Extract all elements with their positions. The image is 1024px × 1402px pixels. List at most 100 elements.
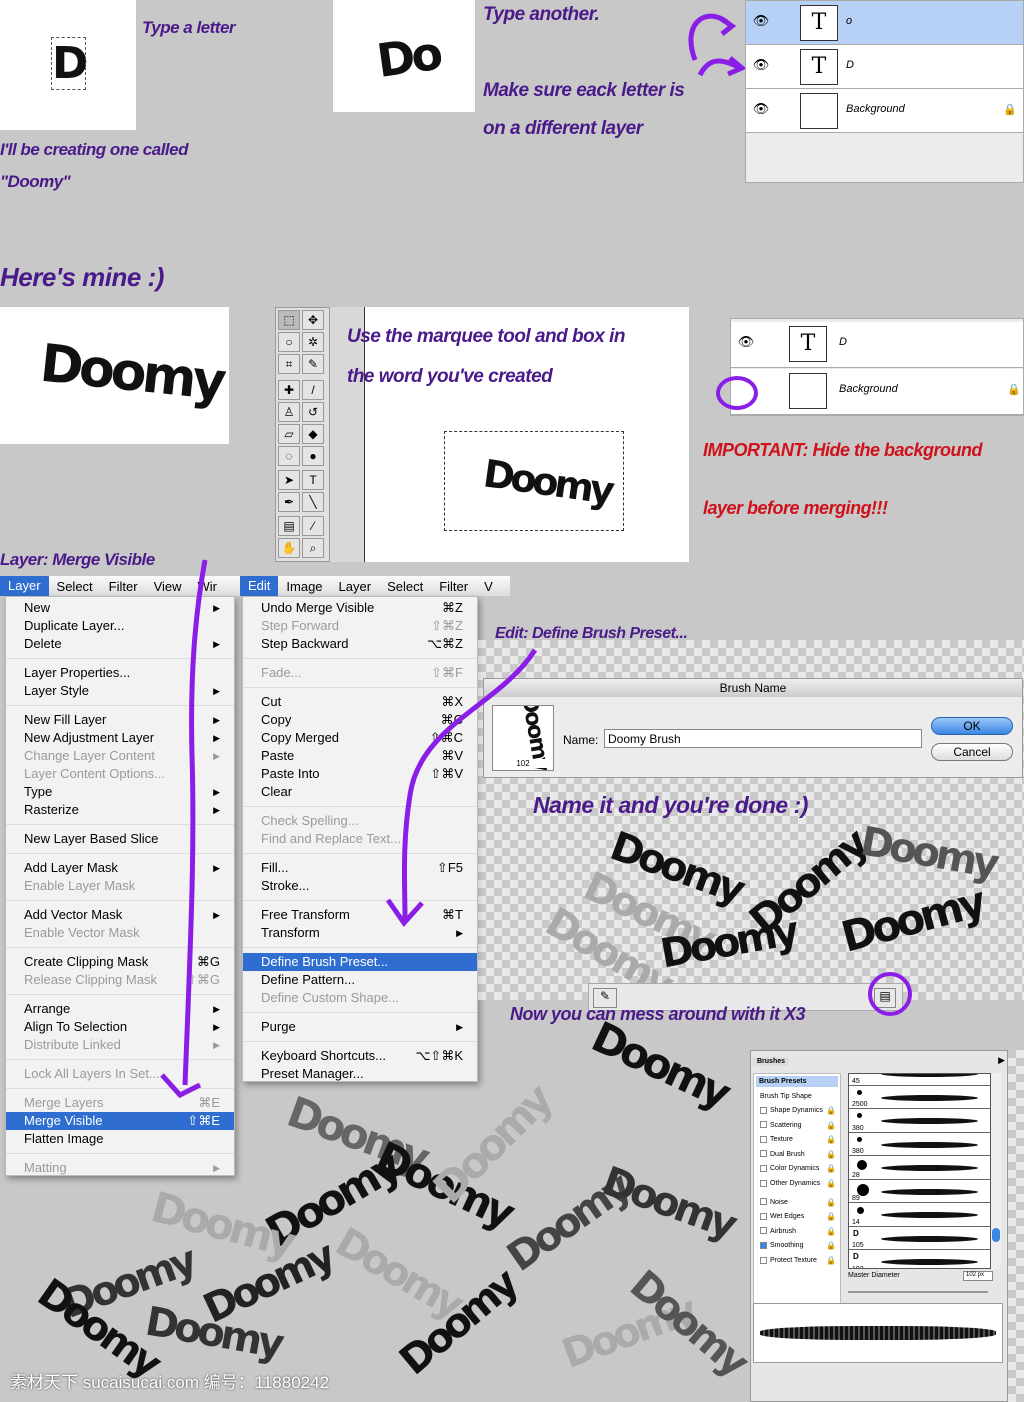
scrollbar[interactable] xyxy=(991,1073,1001,1269)
scroll-thumb[interactable] xyxy=(992,1228,1000,1242)
brush-option[interactable]: Texture 🔒 xyxy=(754,1133,840,1148)
brush-name-input[interactable]: Doomy Brush xyxy=(604,729,922,748)
brushes-tab[interactable]: Brushes xyxy=(753,1057,790,1066)
hand-tool[interactable]: ✋ xyxy=(278,538,300,558)
brush-option[interactable]: Airbrush 🔒 xyxy=(754,1225,840,1240)
menu-item[interactable]: Undo Merge Visible ⌘Z xyxy=(243,599,477,617)
lock-icon[interactable]: 🔒 xyxy=(826,1210,836,1224)
dodge-tool[interactable]: ● xyxy=(302,446,324,466)
eye-icon[interactable]: 👁 xyxy=(737,334,755,352)
line-tool[interactable]: ╲ xyxy=(302,492,324,512)
panel-menu-icon[interactable]: ▶ xyxy=(998,1055,1005,1066)
brush-preset[interactable]: D 105 xyxy=(849,1226,990,1250)
menubar-item[interactable]: V xyxy=(476,579,501,594)
brush-preset[interactable]: D45 xyxy=(849,1074,990,1086)
menubar-item[interactable]: Layer xyxy=(331,579,380,594)
lock-icon[interactable]: 🔒 xyxy=(826,1225,836,1239)
marquee-tool[interactable]: ⬚ xyxy=(278,310,300,330)
lock-icon[interactable]: 🔒 xyxy=(826,1133,836,1147)
checkbox[interactable] xyxy=(760,1198,767,1206)
lock-icon[interactable]: 🔒 xyxy=(826,1196,836,1210)
lock-icon[interactable]: 🔒 xyxy=(826,1254,836,1268)
brush-option[interactable]: Smoothing 🔒 xyxy=(754,1239,840,1254)
menu-item[interactable]: Define Brush Preset... xyxy=(243,953,477,971)
checkbox[interactable] xyxy=(760,1256,767,1264)
menu-item[interactable]: Define Pattern... xyxy=(243,971,477,989)
slice-tool[interactable]: ✎ xyxy=(302,354,324,374)
menubar-item[interactable]: Select xyxy=(49,579,101,594)
brush-preset[interactable]: 89 xyxy=(849,1179,990,1203)
checkbox[interactable] xyxy=(760,1106,767,1114)
brush-preset[interactable]: D 102 xyxy=(849,1250,990,1268)
checkbox[interactable] xyxy=(760,1165,767,1173)
lock-icon[interactable]: 🔒 xyxy=(826,1104,836,1118)
type-tool[interactable]: T xyxy=(302,470,324,490)
layer-row-o[interactable]: 👁 To xyxy=(746,1,1023,45)
menu-item[interactable]: Keyboard Shortcuts... ⌥⇧⌘K xyxy=(243,1047,477,1065)
checkbox[interactable] xyxy=(760,1179,767,1187)
marquee-selection[interactable]: Doomy xyxy=(444,431,624,531)
history-brush-tool[interactable]: ↺ xyxy=(302,402,324,422)
checkbox[interactable] xyxy=(760,1212,767,1220)
brush-preset[interactable]: 28 xyxy=(849,1156,990,1180)
brush-option[interactable]: Wet Edges 🔒 xyxy=(754,1210,840,1225)
master-diameter-input[interactable]: 102 px xyxy=(963,1271,993,1281)
brush-tip-shape-item[interactable]: Brush Tip Shape xyxy=(754,1089,840,1104)
brush-option[interactable]: Scattering 🔒 xyxy=(754,1119,840,1134)
menu-item[interactable]: Purge ▶ xyxy=(243,1018,477,1036)
eye-icon[interactable]: 👁 xyxy=(752,13,770,31)
checkbox[interactable] xyxy=(760,1150,767,1158)
layer-row-background[interactable]: 👁 Background 🔒 xyxy=(746,89,1023,133)
blur-tool[interactable]: ◌ xyxy=(278,446,300,466)
lock-icon[interactable]: 🔒 xyxy=(826,1177,836,1191)
lock-icon[interactable]: 🔒 xyxy=(826,1239,836,1253)
brush-preset[interactable]: 14 xyxy=(849,1203,990,1227)
zoom-tool[interactable]: ⌕ xyxy=(302,538,324,558)
magic-wand-tool[interactable]: ✲ xyxy=(302,332,324,352)
menu-item[interactable]: Define Custom Shape... xyxy=(243,989,477,1007)
menu-item[interactable]: Matting ▶ xyxy=(6,1159,234,1177)
lasso-tool[interactable]: ○ xyxy=(278,332,300,352)
menu-item[interactable]: Flatten Image xyxy=(6,1130,234,1148)
brush-preset[interactable]: 2500 xyxy=(849,1085,990,1109)
menubar-item[interactable]: Filter xyxy=(431,579,476,594)
lock-icon[interactable]: 🔒 xyxy=(826,1119,836,1133)
checkbox[interactable] xyxy=(760,1121,767,1129)
stamp-tool[interactable]: ♙ xyxy=(278,402,300,422)
notes-tool[interactable]: ▤ xyxy=(278,516,300,536)
checkbox[interactable] xyxy=(760,1135,767,1143)
brush-option[interactable]: Protect Texture 🔒 xyxy=(754,1254,840,1269)
eye-icon[interactable]: 👁 xyxy=(752,57,770,75)
brush-option[interactable]: Noise 🔒 xyxy=(754,1196,840,1211)
ok-button[interactable]: OK xyxy=(931,717,1013,735)
lock-icon[interactable]: 🔒 xyxy=(826,1148,836,1162)
menu-item[interactable]: Merge Visible ⇧⌘E xyxy=(6,1112,234,1130)
brush-option[interactable]: Color Dynamics 🔒 xyxy=(754,1162,840,1177)
path-select-tool[interactable]: ➤ xyxy=(278,470,300,490)
menubar-item[interactable]: Filter xyxy=(101,579,146,594)
layer-row-d[interactable]: 👁 T D xyxy=(746,45,1023,89)
menubar-item[interactable]: Select xyxy=(379,579,431,594)
menubar-item[interactable]: Image xyxy=(278,579,330,594)
checkbox[interactable] xyxy=(760,1227,767,1235)
brush-option[interactable]: Dual Brush 🔒 xyxy=(754,1148,840,1163)
menubar-item[interactable]: Edit xyxy=(240,576,279,596)
cancel-button[interactable]: Cancel xyxy=(931,743,1013,761)
bucket-tool[interactable]: ◆ xyxy=(302,424,324,444)
menu-item[interactable]: Step Forward ⇧⌘Z xyxy=(243,617,477,635)
layer-row-d[interactable]: 👁 T D xyxy=(731,322,1023,368)
brush-option[interactable]: Shape Dynamics 🔒 xyxy=(754,1104,840,1119)
brush-presets-item[interactable]: Brush Presets xyxy=(756,1076,838,1087)
eraser-tool[interactable]: ▱ xyxy=(278,424,300,444)
eyedropper-tool[interactable]: ⁄ xyxy=(302,516,324,536)
checkbox[interactable] xyxy=(760,1242,767,1249)
pen-tool[interactable]: ✒ xyxy=(278,492,300,512)
lock-icon[interactable]: 🔒 xyxy=(826,1162,836,1176)
brush-preset[interactable]: 380 xyxy=(849,1132,990,1156)
menubar-item[interactable]: Layer xyxy=(0,576,49,596)
eye-icon[interactable]: 👁 xyxy=(752,101,770,119)
menu-item[interactable]: Preset Manager... xyxy=(243,1065,477,1083)
master-diameter-slider[interactable] xyxy=(848,1291,988,1293)
healing-tool[interactable]: ✚ xyxy=(278,380,300,400)
brush-preset[interactable]: 380 xyxy=(849,1109,990,1133)
